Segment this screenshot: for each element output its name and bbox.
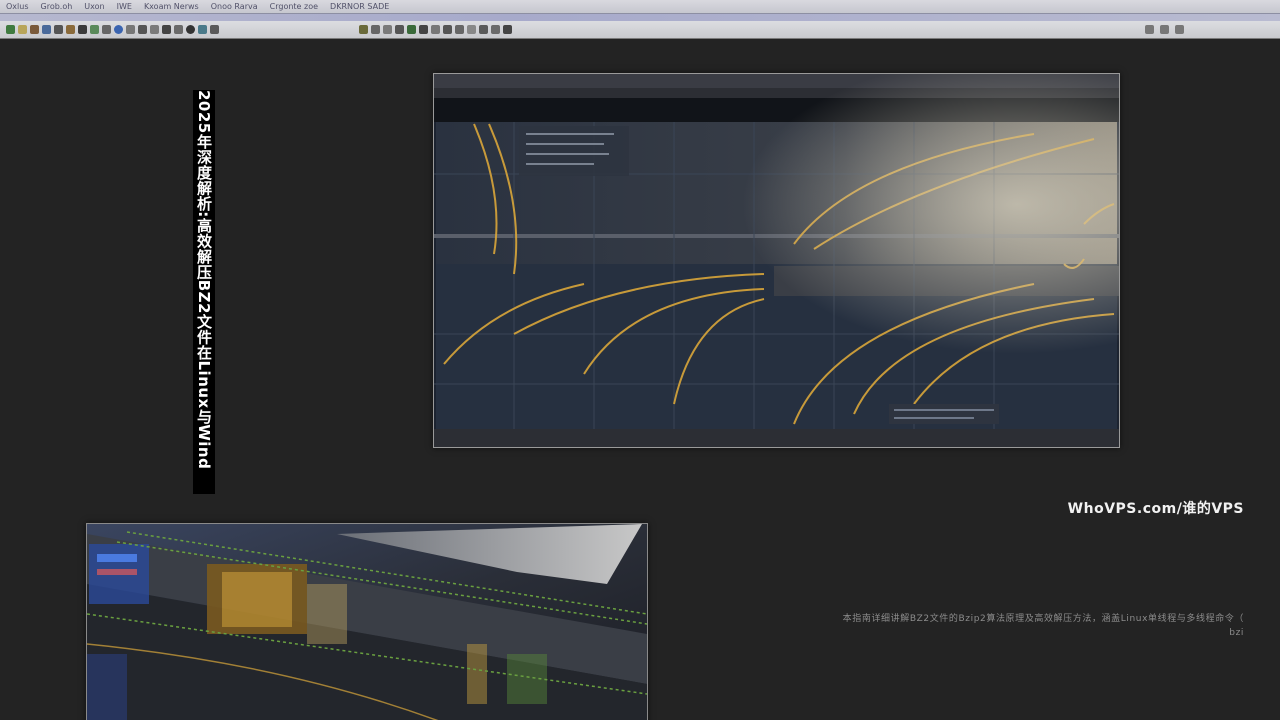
toolbar-button-icon[interactable] bbox=[90, 25, 99, 34]
menu-item[interactable]: Kxoam Nerws bbox=[144, 2, 199, 11]
menu-bar: Oxlus Grob.oh Uxon IWE Kxoam Nerws Onoo … bbox=[0, 0, 1280, 14]
toolbar-button-icon[interactable] bbox=[186, 25, 195, 34]
toolbar-button-icon[interactable] bbox=[419, 25, 428, 34]
toolbar-button-icon[interactable] bbox=[210, 25, 219, 34]
toolbar-button-icon[interactable] bbox=[491, 25, 500, 34]
toolbar-button-icon[interactable] bbox=[6, 25, 15, 34]
toolbar-button-icon[interactable] bbox=[162, 25, 171, 34]
toolbar-button-icon[interactable] bbox=[455, 25, 464, 34]
menu-item[interactable]: Crgonte zoe bbox=[270, 2, 318, 11]
toolbar-button-icon[interactable] bbox=[1160, 25, 1169, 34]
toolbar-button-icon[interactable] bbox=[383, 25, 392, 34]
toolbar-button-icon[interactable] bbox=[198, 25, 207, 34]
toolbar-globe-icon[interactable] bbox=[114, 25, 123, 34]
toolbar-button-icon[interactable] bbox=[431, 25, 440, 34]
menu-item[interactable]: Grob.oh bbox=[41, 2, 73, 11]
screenshot-image-1-art bbox=[434, 74, 1119, 447]
toolbar-button-icon[interactable] bbox=[18, 25, 27, 34]
menu-item[interactable]: Oxlus bbox=[6, 2, 29, 11]
toolbar-button-icon[interactable] bbox=[42, 25, 51, 34]
toolbar-button-icon[interactable] bbox=[371, 25, 380, 34]
screenshot-image-2-art bbox=[87, 524, 647, 720]
toolbar-button-icon[interactable] bbox=[66, 25, 75, 34]
menu-item[interactable]: DKRNOR SADE bbox=[330, 2, 389, 11]
toolbar-button-icon[interactable] bbox=[467, 25, 476, 34]
article-description: 本指南详细讲解BZ2文件的Bzip2算法原理及高效解压方法，涵盖Linux单线程… bbox=[744, 612, 1244, 640]
toolbar bbox=[0, 21, 1280, 39]
toolbar-button-icon[interactable] bbox=[359, 25, 368, 34]
site-watermark-label[interactable]: WhoVPS.com/谁的VPS bbox=[1068, 498, 1244, 518]
toolbar-button-icon[interactable] bbox=[503, 25, 512, 34]
toolbar-button-icon[interactable] bbox=[150, 25, 159, 34]
toolbar-group-left bbox=[6, 25, 219, 34]
menu-item[interactable]: Uxon bbox=[84, 2, 104, 11]
toolbar-button-icon[interactable] bbox=[78, 25, 87, 34]
screenshot-image-2 bbox=[86, 523, 648, 720]
toolbar-button-icon[interactable] bbox=[174, 25, 183, 34]
toolbar-group-right bbox=[1145, 25, 1184, 34]
toolbar-button-icon[interactable] bbox=[407, 25, 416, 34]
toolbar-button-icon[interactable] bbox=[126, 25, 135, 34]
menu-bar-strip bbox=[0, 14, 1280, 21]
toolbar-button-icon[interactable] bbox=[30, 25, 39, 34]
toolbar-button-icon[interactable] bbox=[1145, 25, 1154, 34]
menu-item[interactable]: IWE bbox=[117, 2, 132, 11]
toolbar-button-icon[interactable] bbox=[54, 25, 63, 34]
toolbar-button-icon[interactable] bbox=[395, 25, 404, 34]
menu-item[interactable]: Onoo Rarva bbox=[211, 2, 258, 11]
screenshot-image-1 bbox=[433, 73, 1120, 448]
toolbar-button-icon[interactable] bbox=[138, 25, 147, 34]
toolbar-button-icon[interactable] bbox=[443, 25, 452, 34]
page: Oxlus Grob.oh Uxon IWE Kxoam Nerws Onoo … bbox=[0, 0, 1280, 720]
toolbar-button-icon[interactable] bbox=[102, 25, 111, 34]
toolbar-group-center bbox=[359, 25, 512, 34]
toolbar-button-icon[interactable] bbox=[1175, 25, 1184, 34]
toolbar-button-icon[interactable] bbox=[479, 25, 488, 34]
description-line: bzi bbox=[1229, 628, 1244, 638]
vertical-title: 2025年深度解析:高效解压BZ2文件在Linux与Wind bbox=[193, 90, 215, 494]
description-line: 本指南详细讲解BZ2文件的Bzip2算法原理及高效解压方法，涵盖Linux单线程… bbox=[842, 614, 1244, 624]
